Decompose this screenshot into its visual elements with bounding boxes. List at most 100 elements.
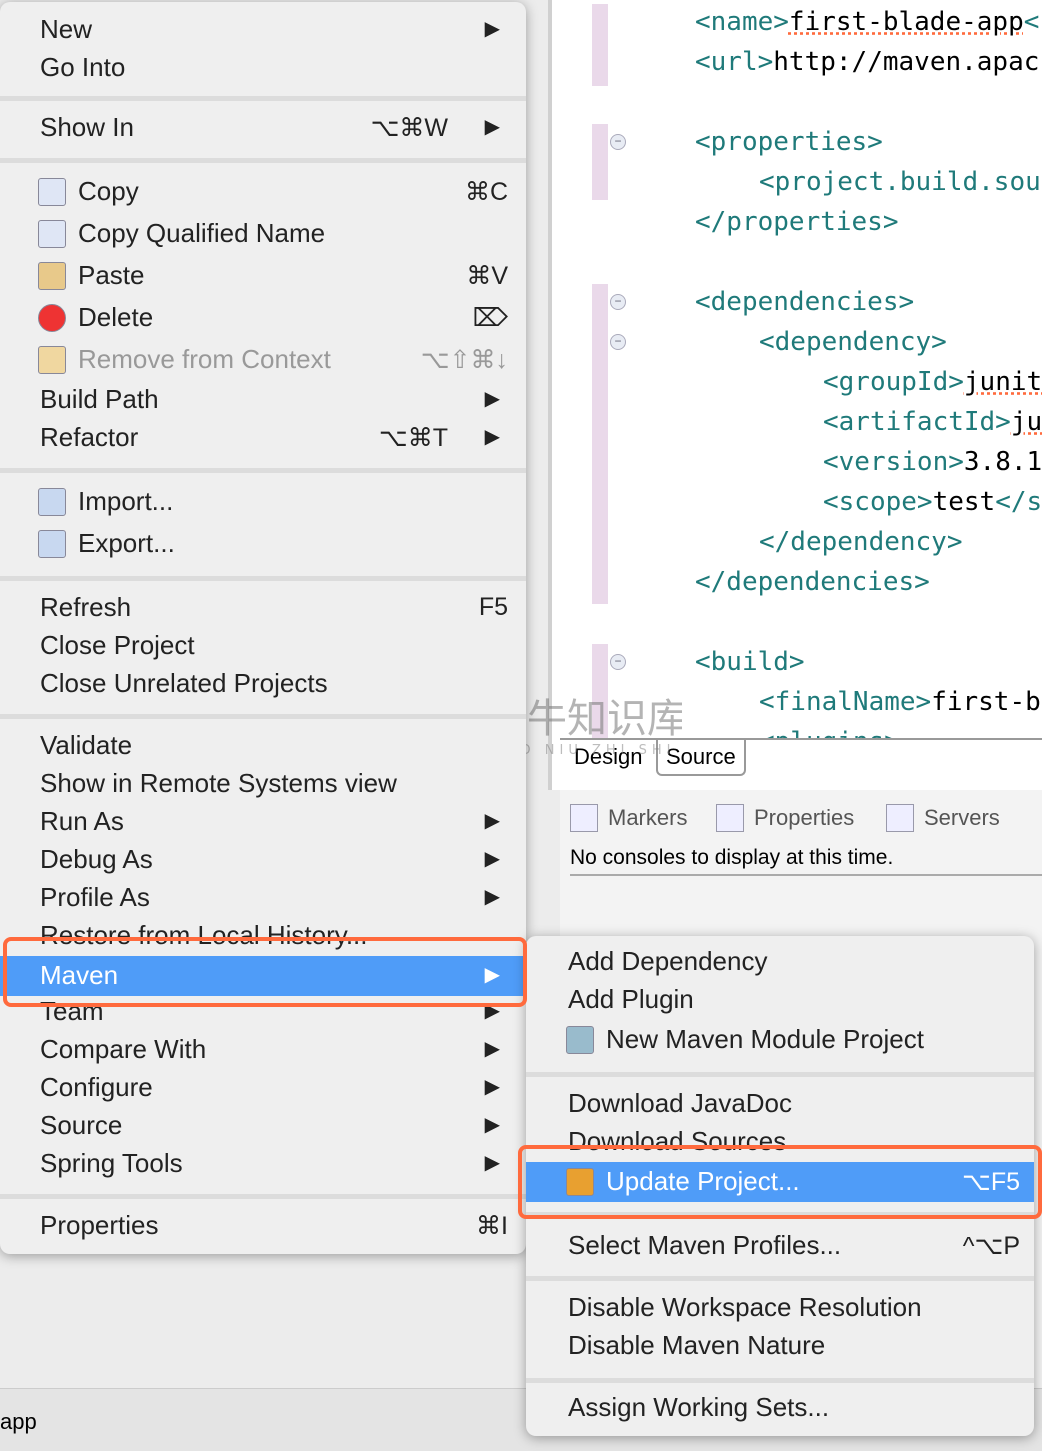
xml-tag: </s xyxy=(995,487,1042,517)
xml-tag: </dependencies> xyxy=(695,567,930,597)
code-line[interactable]: <version>3.8.1 xyxy=(823,446,1042,478)
menu-separator xyxy=(0,714,526,719)
xml-tag: <dependency> xyxy=(759,327,947,357)
menu-item-run-as[interactable]: Run As ▶ xyxy=(0,802,526,840)
import-icon xyxy=(38,488,66,516)
menu-item-assign-working-sets[interactable]: Assign Working Sets... xyxy=(526,1388,1034,1426)
menu-item-label: Add Plugin xyxy=(568,984,694,1014)
menu-item-label: Paste xyxy=(78,260,145,290)
menu-item-copy[interactable]: Copy ⌘C xyxy=(0,172,526,210)
submenu-arrow-icon: ▶ xyxy=(484,1152,500,1174)
menu-item-copy-qualified-name[interactable]: Copy Qualified Name xyxy=(0,214,526,252)
code-line[interactable]: </dependencies> xyxy=(695,566,930,598)
code-line[interactable]: <finalName>first-b xyxy=(759,686,1041,718)
xml-tag: </dependency> xyxy=(759,527,963,557)
menu-item-new-maven-module-project[interactable]: New Maven Module Project xyxy=(526,1020,1034,1058)
menu-item-add-dependency[interactable]: Add Dependency xyxy=(526,942,1034,980)
menu-item-label: Copy xyxy=(78,176,139,206)
menu-item-label: Select Maven Profiles... xyxy=(568,1230,842,1260)
menu-item-remove-from-context[interactable]: Remove from Context ⌥⇧⌘↓ xyxy=(0,340,526,378)
menu-item-build-path[interactable]: Build Path ▶ xyxy=(0,380,526,418)
menu-item-label: Close Unrelated Projects xyxy=(40,668,328,698)
xml-tag: <name> xyxy=(695,7,789,37)
panel-tab-properties[interactable]: Properties xyxy=(716,804,854,832)
submenu-arrow-icon: ▶ xyxy=(484,1076,500,1098)
change-ruler-marker xyxy=(592,4,608,86)
menu-item-label: Source xyxy=(40,1110,123,1140)
menu-item-show-in-remote-systems-view[interactable]: Show in Remote Systems view xyxy=(0,764,526,802)
menu-item-spring-tools[interactable]: Spring Tools ▶ xyxy=(0,1144,526,1182)
menu-item-validate[interactable]: Validate xyxy=(0,726,526,764)
menu-item-paste[interactable]: Paste ⌘V xyxy=(0,256,526,294)
code-line[interactable]: <dependency> xyxy=(759,326,947,358)
xml-tag: <url> xyxy=(695,47,774,77)
menu-item-label: Compare With xyxy=(40,1034,207,1064)
submenu-arrow-icon: ▶ xyxy=(484,1114,500,1136)
code-line[interactable]: <build> xyxy=(695,646,805,678)
menu-item-label: Disable Maven Nature xyxy=(568,1330,826,1360)
menu-separator xyxy=(0,96,526,101)
fold-toggle-icon[interactable]: − xyxy=(610,654,626,670)
menu-item-shortcut: ⌘I xyxy=(476,1212,508,1240)
xml-tag: < xyxy=(1023,7,1040,37)
menu-item-close-unrelated-projects[interactable]: Close Unrelated Projects xyxy=(0,664,526,702)
menu-item-configure[interactable]: Configure ▶ xyxy=(0,1068,526,1106)
menu-item-source[interactable]: Source ▶ xyxy=(0,1106,526,1144)
xml-tag: <artifactId> xyxy=(823,407,1011,437)
xml-value: test xyxy=(932,487,996,517)
menu-separator xyxy=(0,1194,526,1199)
menu-item-shortcut: ⌥⇧⌘↓ xyxy=(420,346,508,374)
properties-icon xyxy=(716,804,744,832)
fold-toggle-icon[interactable]: − xyxy=(610,134,626,150)
markers-icon xyxy=(570,804,598,832)
submenu-arrow-icon: ▶ xyxy=(484,1038,500,1060)
code-line[interactable]: <dependencies> xyxy=(695,286,914,318)
maven-module-icon xyxy=(566,1026,594,1054)
menu-item-import[interactable]: Import... xyxy=(0,482,526,520)
code-line[interactable]: </properties> xyxy=(695,206,899,238)
menu-item-export[interactable]: Export... xyxy=(0,524,526,562)
menu-item-download-javadoc[interactable]: Download JavaDoc xyxy=(526,1084,1034,1122)
menu-item-disable-maven-nature[interactable]: Disable Maven Nature xyxy=(526,1326,1034,1364)
xml-value: 3.8.1 xyxy=(963,447,1042,477)
menu-item-select-maven-profiles[interactable]: Select Maven Profiles... ^⌥P xyxy=(526,1226,1034,1264)
menu-item-label: Close Project xyxy=(40,630,195,660)
status-text: app xyxy=(0,1409,37,1434)
menu-item-show-in[interactable]: Show In ⌥⌘W ▶ xyxy=(0,108,526,146)
menu-item-delete[interactable]: Delete ⌦ xyxy=(0,298,526,336)
code-line[interactable]: <artifactId>ju xyxy=(823,406,1042,438)
menu-item-compare-with[interactable]: Compare With ▶ xyxy=(0,1030,526,1068)
menu-item-label: Export... xyxy=(78,528,175,558)
code-line[interactable]: <scope>test</s xyxy=(823,486,1042,518)
menu-item-disable-workspace-resolution[interactable]: Disable Workspace Resolution xyxy=(526,1288,1034,1326)
menu-item-properties[interactable]: Properties ⌘I xyxy=(0,1206,526,1244)
fold-toggle-icon[interactable]: − xyxy=(610,294,626,310)
menu-item-shortcut: ⌘V xyxy=(466,262,508,290)
menu-item-label: Delete xyxy=(78,302,154,332)
menu-item-profile-as[interactable]: Profile As ▶ xyxy=(0,878,526,916)
xml-value: first-b xyxy=(931,687,1041,717)
code-line[interactable]: <groupId>junit xyxy=(823,366,1042,398)
code-line[interactable]: <project.build.sou xyxy=(759,166,1041,198)
panel-tab-servers[interactable]: Servers xyxy=(886,804,1000,832)
menu-item-label: Assign Working Sets... xyxy=(568,1392,830,1422)
menu-item-close-project[interactable]: Close Project xyxy=(0,626,526,664)
code-line[interactable]: <properties> xyxy=(695,126,883,158)
menu-item-label: Download JavaDoc xyxy=(568,1088,793,1118)
xml-tag: <build> xyxy=(695,647,805,677)
fold-toggle-icon[interactable]: − xyxy=(610,334,626,350)
menu-item-label: Debug As xyxy=(40,844,153,874)
menu-item-refresh[interactable]: Refresh F5 xyxy=(0,588,526,626)
servers-icon xyxy=(886,804,914,832)
panel-tab-markers[interactable]: Markers xyxy=(570,804,687,832)
code-line[interactable]: <name>first-blade-app< xyxy=(695,6,1039,38)
menu-item-label: Configure xyxy=(40,1072,153,1102)
menu-item-add-plugin[interactable]: Add Plugin xyxy=(526,980,1034,1018)
menu-item-label: Validate xyxy=(40,730,133,760)
code-line[interactable]: </dependency> xyxy=(759,526,963,558)
menu-item-debug-as[interactable]: Debug As ▶ xyxy=(0,840,526,878)
menu-item-refactor[interactable]: Refactor ⌥⌘T ▶ xyxy=(0,418,526,456)
menu-item-new[interactable]: New ▶ xyxy=(0,10,526,48)
menu-item-go-into[interactable]: Go Into xyxy=(0,48,526,86)
code-line[interactable]: <url>http://maven.apac xyxy=(695,46,1039,78)
